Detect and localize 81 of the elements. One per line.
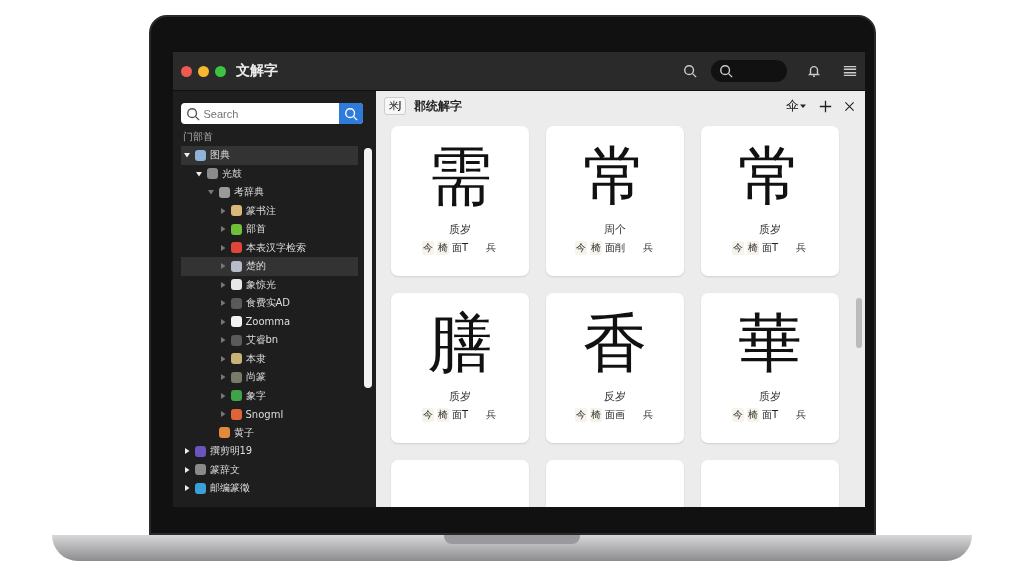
search-field[interactable]: Search [180,103,363,124]
tag-chip: 椅 [436,408,449,422]
window-title: 文解字 [235,62,279,80]
search-icon [682,64,697,78]
tree-item[interactable]: 食费实AD [180,294,358,313]
tree-item[interactable]: 楚的 [180,257,358,276]
note-text: 面T [451,241,469,255]
content-title: 郡统解字 [414,97,464,115]
bell-icon [806,64,821,78]
search-icon [718,64,733,78]
tree-item[interactable]: 撰剪明19 [180,442,358,461]
tag-chip: 今 [421,241,434,255]
tag-chip: 今 [731,408,744,422]
character-caption: 周个 [603,222,626,237]
search-icon [185,106,200,121]
seal-character: 需 [427,144,492,208]
character-card[interactable]: 華 质岁 今 椅 面T 兵 [700,293,839,443]
seal-character: 常 [737,144,802,208]
mark-text: 兵 [642,241,654,255]
tree-item[interactable]: 尚篆 [180,368,358,387]
section-heading: 门部首 [182,130,214,144]
note-text: 面削 [605,241,625,255]
tree-item[interactable]: 部首 [180,220,358,239]
character-caption: 质岁 [758,222,781,237]
tree-item[interactable]: Zoomma [180,312,358,331]
note-text: 面T [451,408,469,422]
search-button[interactable] [338,103,363,124]
tag-chip: 今 [575,241,587,255]
scrollbar[interactable] [363,148,372,388]
tree-item[interactable]: 邮编篆徵 [180,479,358,498]
tree-item[interactable]: 光鼓 [180,164,358,183]
tree-item[interactable]: 篆辞文 [180,460,358,479]
character-caption: 反岁 [603,389,626,404]
mark-text: 兵 [795,408,808,422]
search-icon [343,106,358,121]
mark-text: 兵 [485,241,498,255]
close-icon [843,100,855,112]
tree-item[interactable]: 象惊光 [180,275,358,294]
tree-item[interactable]: 黄子 [180,423,358,442]
character-caption: 质岁 [448,222,471,237]
note-text: 面T [761,241,779,255]
header-tag: 米J [383,97,407,115]
caret-down-icon [798,102,807,110]
seal-character: 香 [582,311,647,375]
mark-text: 兵 [642,408,654,422]
character-caption: 质岁 [758,389,781,404]
tag-chip: 椅 [746,408,759,422]
character-card[interactable]: 常 质岁 今 椅 面T 兵 [700,126,839,276]
seal-character: 膳 [427,311,492,375]
tree-item[interactable]: 象字 [180,386,358,405]
mark-text: 兵 [485,408,498,422]
seal-character: 常 [582,144,647,208]
plus-icon [818,99,832,113]
character-card[interactable]: 膳 质岁 今 椅 面T 兵 [390,293,529,443]
view-menu-button[interactable]: 伞 [783,97,809,115]
zoom-button[interactable] [214,65,226,77]
tree-item[interactable]: 本表汉字检索 [180,238,358,257]
tree-item[interactable]: 篆书注 [180,201,358,220]
tag-chip: 椅 [436,241,449,255]
tree-item[interactable]: Snogml [180,405,358,424]
character-caption: 质岁 [448,389,471,404]
tag-chip: 椅 [590,408,602,422]
search-field[interactable] [710,60,787,82]
note-text: 面画 [605,408,625,422]
character-card[interactable]: 需 质岁 今 椅 面T 兵 [390,126,529,276]
tree-item[interactable]: 图典 [180,146,358,165]
tag-chip: 今 [575,408,587,422]
character-card[interactable]: 常 周个 今 椅 面削 兵 [545,126,684,276]
seal-character: 華 [737,311,802,375]
character-card[interactable]: 香 反岁 今 椅 面画 兵 [545,293,684,443]
menu-icon [842,64,857,78]
tag-chip: 今 [731,241,744,255]
tree-item[interactable]: 本隶 [180,349,358,368]
tree-item[interactable]: 考辞典 [180,183,358,202]
tag-chip: 椅 [746,241,759,255]
mark-text: 兵 [795,241,808,255]
minimize-button[interactable] [197,65,209,77]
note-text: 面T [761,408,779,422]
tree-item[interactable]: 艾睿bn [180,331,358,350]
tag-chip: 椅 [590,241,602,255]
tag-chip: 今 [421,408,434,422]
